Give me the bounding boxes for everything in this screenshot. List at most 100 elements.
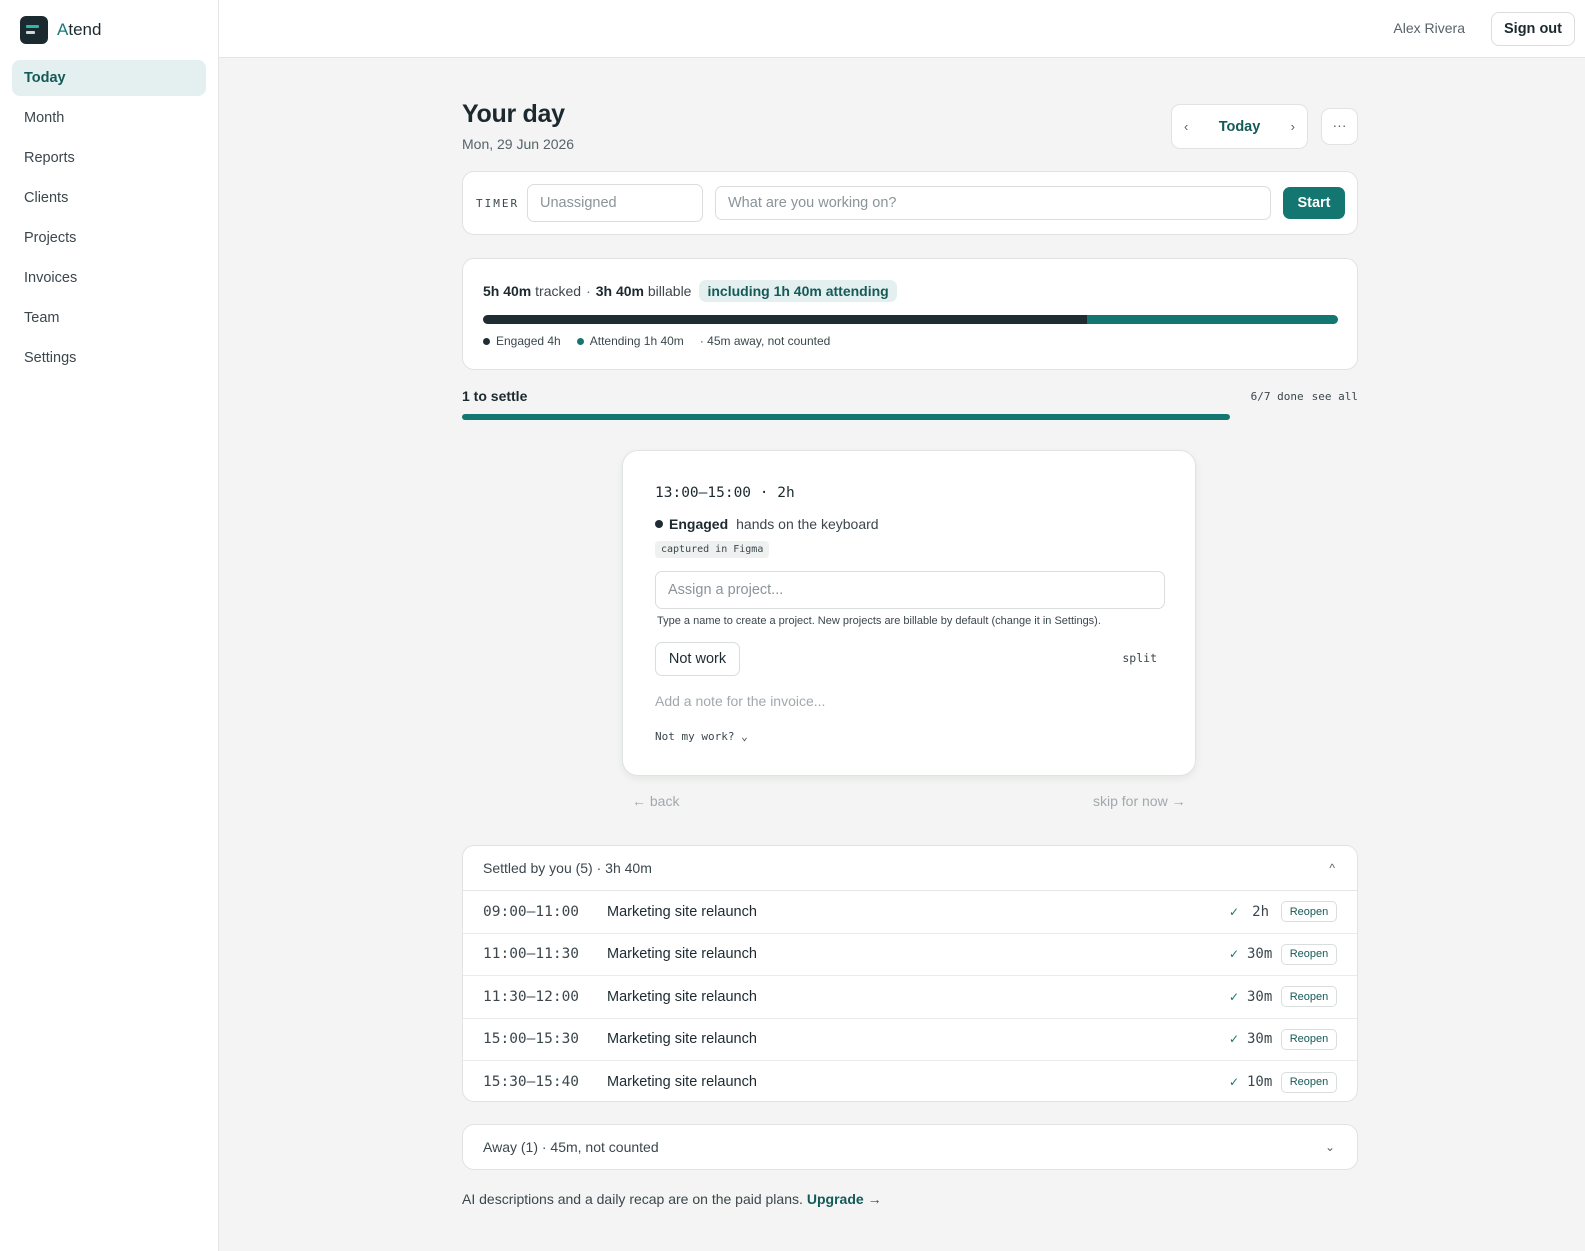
brand[interactable]: Atend <box>0 0 218 60</box>
attending-pill: including 1h 40m attending <box>699 280 897 302</box>
time-breakdown-bar <box>483 315 1338 324</box>
check-icon: ✓ <box>1228 904 1239 919</box>
invoice-note-input[interactable]: Add a note for the invoice... <box>655 693 825 709</box>
reopen-button[interactable]: Reopen <box>1281 986 1337 1008</box>
timer-card: TIMER Unassigned What are you working on… <box>462 171 1358 235</box>
away-header-label: Away (1) · 45m, not counted <box>483 1139 659 1155</box>
chevron-left-icon[interactable]: ‹ <box>1184 119 1188 134</box>
sign-out-button[interactable]: Sign out <box>1491 12 1575 46</box>
row-time: 15:30–15:40 <box>483 1074 580 1091</box>
captured-tag: captured in Figma <box>655 541 770 558</box>
row-duration: 10m <box>1247 1074 1273 1091</box>
row-duration: 30m <box>1247 946 1273 963</box>
billable-label: billable <box>647 283 692 299</box>
timer-label: TIMER <box>476 197 520 210</box>
app-logo-icon <box>20 16 48 44</box>
legend-away: · 45m away, not counted <box>699 334 831 348</box>
tracked-label: tracked <box>535 283 582 299</box>
see-all-link[interactable]: see all <box>1312 390 1358 403</box>
start-timer-button[interactable]: Start <box>1283 187 1345 219</box>
row-project: Marketing site relaunch <box>607 903 757 920</box>
sidebar-item-today[interactable]: Today <box>12 60 206 96</box>
row-duration: 2h <box>1252 903 1269 920</box>
settled-header-label: Settled by you (5) · 3h 40m <box>483 860 652 876</box>
engaged-dot-icon <box>483 337 490 345</box>
day-summary-card: 5h 40m tracked · 3h 40m billable includi… <box>462 258 1358 370</box>
upgrade-link[interactable]: Upgrade → <box>807 1191 882 1207</box>
back-link[interactable]: ← back <box>632 793 679 809</box>
reopen-button[interactable]: Reopen <box>1281 1028 1337 1050</box>
attending-dot-icon <box>576 337 584 345</box>
skip-link[interactable]: skip for now → <box>1093 793 1186 809</box>
sidebar-item-settings[interactable]: Settings <box>12 340 206 376</box>
legend-engaged: Engaged 4h <box>496 334 561 348</box>
not-my-work-toggle[interactable]: Not my work? ⌄ <box>655 730 748 743</box>
chevron-up-icon[interactable]: ^ <box>1329 861 1335 875</box>
reopen-button[interactable]: Reopen <box>1281 1071 1337 1093</box>
block-state: Engaged hands on the keyboard <box>655 516 879 532</box>
timer-task-input[interactable]: What are you working on? <box>715 186 1271 220</box>
chevron-right-icon[interactable]: › <box>1291 119 1295 134</box>
row-time: 11:00–11:30 <box>483 946 580 963</box>
settle-done-count: 6/7 done <box>1250 390 1304 403</box>
table-row: 11:30–12:00 Marketing site relaunch ✓ 30… <box>463 976 1357 1019</box>
upgrade-note: AI descriptions and a daily recap are on… <box>462 1191 882 1207</box>
settled-header[interactable]: Settled by you (5) · 3h 40m ^ <box>463 846 1357 891</box>
row-project: Marketing site relaunch <box>607 946 757 963</box>
sidebar-item-reports[interactable]: Reports <box>12 140 206 176</box>
row-project: Marketing site relaunch <box>607 988 757 1005</box>
reopen-button[interactable]: Reopen <box>1281 901 1337 923</box>
sidebar-nav: Today Month Reports Clients Projects Inv… <box>0 60 218 376</box>
settle-title: 1 to settle <box>462 388 528 404</box>
block-state-label: Engaged <box>669 516 729 532</box>
settle-progress-bar <box>462 414 1230 420</box>
sidebar: Atend Today Month Reports Clients Projec… <box>0 0 219 1251</box>
upgrade-note-text: AI descriptions and a daily recap are on… <box>462 1191 803 1207</box>
split-link[interactable]: split <box>1122 651 1157 665</box>
timer-project-select[interactable]: Unassigned <box>527 184 703 222</box>
page-title: Your day <box>462 100 565 128</box>
reopen-button[interactable]: Reopen <box>1281 943 1337 965</box>
day-navigator: ‹ Today › <box>1171 104 1308 149</box>
review-block-card: 13:00–15:00 · 2h Engaged hands on the ke… <box>622 450 1196 776</box>
row-duration: 30m <box>1247 1031 1273 1048</box>
legend-attending: Attending 1h 40m <box>589 334 684 348</box>
sidebar-item-clients[interactable]: Clients <box>12 180 206 216</box>
block-time-range: 13:00–15:00 · 2h <box>655 485 795 501</box>
attending-segment <box>1086 315 1338 324</box>
page-date: Mon, 29 Jun 2026 <box>462 136 575 152</box>
table-row: 15:00–15:30 Marketing site relaunch ✓ 30… <box>463 1019 1357 1061</box>
more-menu-button[interactable]: ··· <box>1321 108 1358 145</box>
row-project: Marketing site relaunch <box>607 1074 757 1091</box>
app-name: Atend <box>57 20 102 39</box>
today-button[interactable]: Today <box>1219 119 1261 135</box>
away-section[interactable]: Away (1) · 45m, not counted ⌄ <box>462 1124 1358 1170</box>
not-work-button[interactable]: Not work <box>655 642 740 676</box>
sidebar-item-team[interactable]: Team <box>12 300 206 336</box>
chevron-down-icon[interactable]: ⌄ <box>1325 1140 1335 1154</box>
assign-project-input[interactable]: Assign a project... <box>655 571 1165 609</box>
check-icon: ✓ <box>1228 1032 1239 1047</box>
engaged-segment <box>483 315 1087 324</box>
check-icon: ✓ <box>1228 947 1239 962</box>
row-project: Marketing site relaunch <box>607 1031 757 1048</box>
check-icon: ✓ <box>1228 989 1239 1004</box>
sidebar-item-month[interactable]: Month <box>12 100 206 136</box>
row-duration: 30m <box>1247 988 1273 1005</box>
table-row: 11:00–11:30 Marketing site relaunch ✓ 30… <box>463 934 1357 976</box>
engaged-dot-icon <box>655 520 663 528</box>
summary-line: 5h 40m tracked · 3h 40m billable includi… <box>483 279 897 303</box>
settled-list: Settled by you (5) · 3h 40m ^ 09:00–11:0… <box>462 845 1358 1102</box>
check-icon: ✓ <box>1228 1075 1239 1090</box>
table-row: 09:00–11:00 Marketing site relaunch ✓ 2h… <box>463 891 1357 934</box>
sidebar-item-projects[interactable]: Projects <box>12 220 206 256</box>
timer-task-placeholder: What are you working on? <box>728 195 897 211</box>
billable-value: 3h 40m <box>595 283 644 299</box>
top-bar: Alex Rivera Sign out <box>219 0 1585 58</box>
sidebar-item-invoices[interactable]: Invoices <box>12 260 206 296</box>
table-row: 15:30–15:40 Marketing site relaunch ✓ 10… <box>463 1061 1357 1101</box>
tracked-value: 5h 40m <box>483 283 532 299</box>
row-time: 09:00–11:00 <box>483 903 580 920</box>
timer-project-placeholder: Unassigned <box>540 195 617 211</box>
row-time: 15:00–15:30 <box>483 1031 580 1048</box>
